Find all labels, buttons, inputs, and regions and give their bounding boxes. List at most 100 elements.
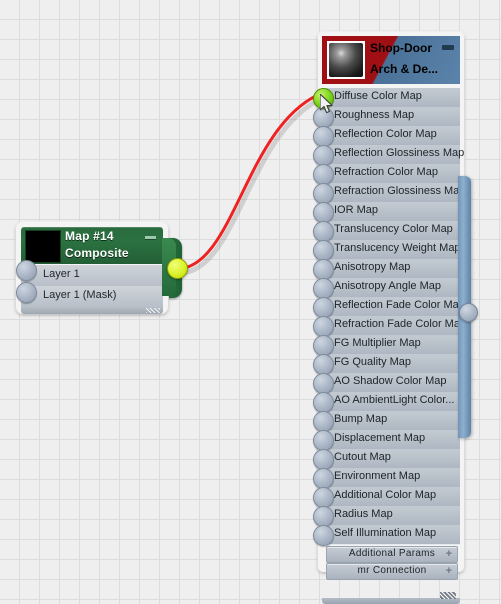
material-node-header[interactable]: Shop-Door Arch & De... [322,36,460,84]
resize-grip-icon[interactable] [146,308,160,313]
map-node-title-line1: Map #14 [65,229,114,243]
material-slot-label: Reflection Glossiness Map [334,147,465,159]
material-slot-row[interactable]: AO AmbientLight Color... [322,392,460,412]
material-slot-dot[interactable] [313,334,334,356]
material-rollout-label: Additional Params [348,548,436,559]
wire-shadow [179,94,326,276]
material-slot-label: Radius Map [334,508,393,520]
material-slot-label: FG Quality Map [334,356,412,368]
material-slot-dot[interactable] [313,486,334,508]
expand-icon[interactable]: + [446,565,452,577]
material-slot-dot[interactable] [313,239,334,261]
material-slot-dot[interactable] [313,220,334,242]
material-slot-dot[interactable] [313,448,334,470]
map-node-header[interactable]: Map #14 Composite [21,227,163,264]
material-slot-dot[interactable] [313,353,334,375]
material-node-shop-door[interactable]: Shop-Door Arch & De... Diffuse Color Map… [318,32,466,604]
material-slot-row[interactable]: Refraction Fade Color Map [322,316,466,336]
material-slot-row[interactable]: FG Quality Map [322,354,460,374]
material-rollout-label: mr Connection [357,565,427,576]
material-slot-row[interactable]: AO Shadow Color Map [322,373,460,393]
material-slot-label: Anisotropy Angle Map [334,280,442,292]
material-scrollbar-handle[interactable] [459,303,478,322]
material-slot-label: Environment Map [334,470,421,482]
material-slot-dot[interactable] [313,429,334,451]
material-slot-dot[interactable] [313,125,334,147]
material-slot-row[interactable]: IOR Map [322,202,460,222]
map-input-dot-layer1-mask[interactable] [16,282,37,303]
material-slot-row[interactable]: Anisotropy Angle Map [322,278,460,298]
material-slot-row[interactable]: Displacement Map [322,430,460,450]
material-slot-row[interactable]: Translucency Color Map [322,221,460,241]
map-input-label: Layer 1 (Mask) [43,289,117,301]
material-slot-dot[interactable] [313,524,334,546]
map-input-dot-layer1[interactable] [16,260,37,281]
material-slot-label: AO Shadow Color Map [334,375,447,387]
material-sphere-thumbnail [329,43,363,77]
material-slot-row[interactable]: Radius Map [322,506,460,526]
material-slot-label: Reflection Color Map [334,128,437,140]
material-slot-dot[interactable] [313,315,334,337]
material-slot-row[interactable]: Self Illumination Map [322,525,460,545]
material-slot-row[interactable]: Reflection Color Map [322,126,460,146]
material-slot-dot[interactable] [313,144,334,166]
expand-icon[interactable]: + [446,548,452,560]
material-slot-label: AO AmbientLight Color... [334,394,455,406]
material-slot-row[interactable]: FG Multiplier Map [322,335,460,355]
wire-map-to-diffuse[interactable] [175,91,324,271]
material-slot-row[interactable]: Environment Map [322,468,460,488]
material-slot-label: Refraction Fade Color Map [334,318,467,330]
material-slot-row[interactable]: Refraction Glossiness Map [322,183,465,203]
minimize-icon[interactable] [442,45,454,50]
material-slot-label: Self Illumination Map [334,527,437,539]
minimize-icon[interactable] [145,236,156,239]
material-slot-row[interactable]: Translucency Weight Map [322,240,461,260]
material-slot-dot[interactable] [313,391,334,413]
material-slot-label: Translucency Color Map [334,223,453,235]
map-input-row-layer1[interactable]: Layer 1 [21,265,163,287]
material-slot-row[interactable]: Additional Color Map [322,487,460,507]
material-slot-row[interactable]: Reflection Fade Color Map [322,297,465,317]
material-rollout-bar[interactable]: Additional Params + [326,546,458,563]
resize-grip-icon[interactable] [440,592,456,599]
material-slot-dot[interactable] [313,467,334,489]
material-slot-row[interactable]: Refraction Color Map [322,164,460,184]
material-slot-label: Translucency Weight Map [334,242,461,254]
material-slot-row[interactable]: Reflection Glossiness Map [322,145,464,165]
material-slot-dot[interactable] [313,258,334,280]
material-slot-label: FG Multiplier Map [334,337,421,349]
material-slot-dot[interactable] [313,296,334,318]
mouse-cursor-icon [320,94,333,114]
material-slot-dot[interactable] [313,410,334,432]
map-node-title-line2: Composite [65,246,129,260]
material-slot-label: Anisotropy Map [334,261,411,273]
material-slot-row[interactable]: Bump Map [322,411,460,431]
material-slot-label: Refraction Glossiness Map [334,185,466,197]
material-slot-label: Bump Map [334,413,388,425]
material-slot-dot[interactable] [313,505,334,527]
map-input-label: Layer 1 [43,268,80,280]
material-slot-label: Refraction Color Map [334,166,438,178]
map-node-composite[interactable]: Map #14 Composite Layer 1 Layer 1 (Mask) [16,222,182,314]
material-slot-label: Additional Color Map [334,489,437,501]
material-slot-dot[interactable] [313,277,334,299]
material-slot-row[interactable]: Anisotropy Map [322,259,460,279]
material-slot-label: Displacement Map [334,432,426,444]
material-slot-dot[interactable] [313,182,334,204]
material-slot-dot[interactable] [313,201,334,223]
map-node-title: Map #14 Composite [65,228,145,262]
material-slot-label: IOR Map [334,204,379,216]
material-slot-label: Roughness Map [334,109,415,121]
material-slot-dot[interactable] [313,372,334,394]
material-slot-row[interactable]: Roughness Map [322,107,460,127]
material-slot-row[interactable]: Diffuse Color Map [322,88,460,108]
map-output-dot[interactable] [167,258,188,279]
map-node-footer [21,306,163,314]
material-slot-label: Reflection Fade Color Map [334,299,465,311]
map-input-row-layer1-mask[interactable]: Layer 1 (Mask) [21,286,163,308]
material-slot-dot[interactable] [313,163,334,185]
material-slot-row[interactable]: Cutout Map [322,449,460,469]
material-rollout-bar[interactable]: mr Connection + [326,563,458,580]
material-slot-label: Diffuse Color Map [334,90,422,102]
material-thumbnail-frame [327,41,365,79]
